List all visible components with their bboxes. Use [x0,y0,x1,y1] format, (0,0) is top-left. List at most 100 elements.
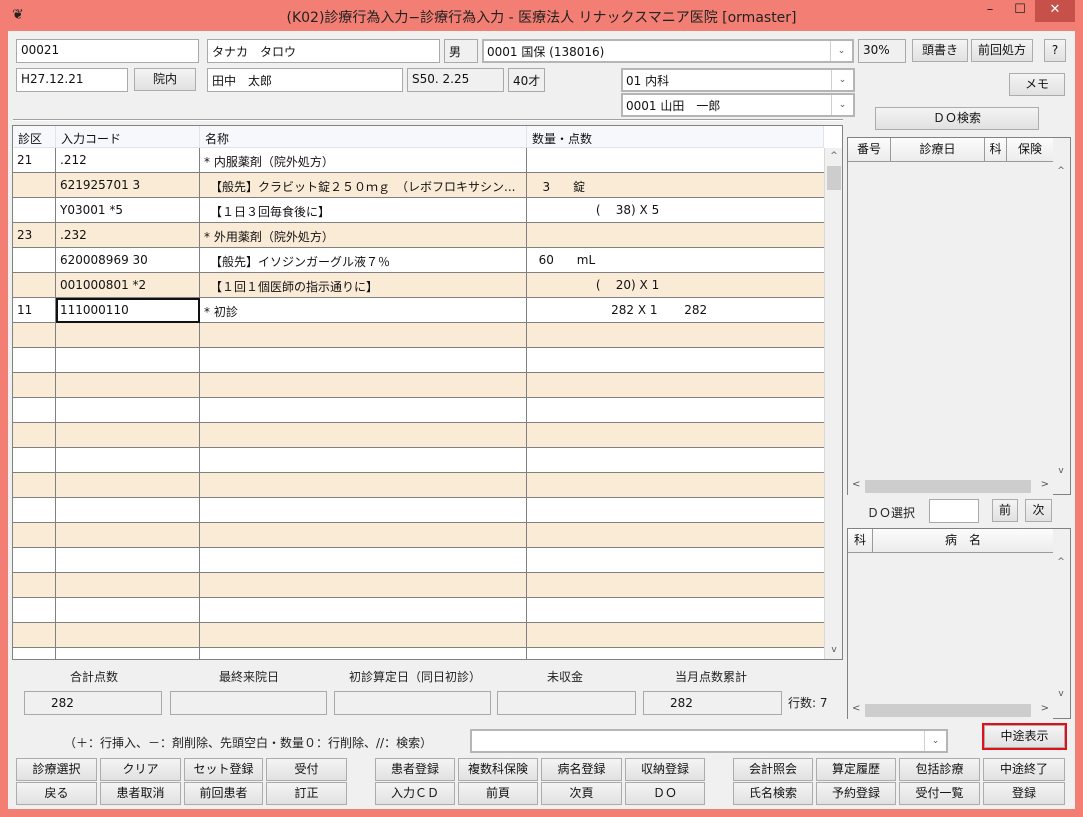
insurance-combo[interactable]: 0001 国保 (138016) ⌄ [482,39,854,63]
cell-code[interactable] [56,448,200,473]
cell-name[interactable]: * 初診 [200,298,527,323]
shinryo-sentaku-button[interactable]: 診療選択 [16,758,97,781]
chuto-hyoji-button[interactable]: 中途表示 [982,723,1067,750]
cell-qty[interactable]: 60 mL [527,248,824,273]
cell-kubun[interactable] [13,573,56,598]
cell-name[interactable] [200,348,527,373]
disease-hscroll[interactable]: < > [848,702,1053,719]
cell-name[interactable] [200,448,527,473]
table-row[interactable] [13,323,824,348]
doctor-combo[interactable]: 0001 山田 一郎 ⌄ [621,93,855,117]
column-header-name[interactable]: 名称 [200,126,527,148]
cell-name[interactable] [200,498,527,523]
prev-prescription-button[interactable]: 前回処方 [971,39,1033,62]
scroll-up-icon[interactable]: ^ [1052,557,1070,567]
cell-code[interactable] [56,373,200,398]
command-combo[interactable]: ⌄ [470,729,948,753]
nyuryoku-cd-button[interactable]: 入力ＣＤ [375,782,455,805]
do-col-insurance[interactable]: 保険 [1007,138,1053,162]
cell-code[interactable]: 621925701 3 [56,173,200,198]
cell-name[interactable] [200,423,527,448]
cell-qty[interactable]: 282 X 1 282 [527,298,824,323]
table-row[interactable] [13,348,824,373]
cell-code[interactable]: Y03001 *5 [56,198,200,223]
cell-name[interactable] [200,373,527,398]
kanja-torikeshi-button[interactable]: 患者取消 [100,782,181,805]
scroll-down-icon[interactable]: v [1052,689,1070,699]
cell-kubun[interactable] [13,498,56,523]
scroll-left-icon[interactable]: < [852,703,860,714]
scroll-down-icon[interactable]: v [1052,466,1070,476]
cell-code[interactable]: 001000801 *2 [56,273,200,298]
cell-qty[interactable] [527,323,824,348]
next-page-button[interactable]: 次頁 [541,782,622,805]
table-row[interactable] [13,548,824,573]
minimize-button[interactable]: – [975,0,1005,22]
chevron-down-icon[interactable]: ⌄ [924,731,946,751]
back-button[interactable]: 戻る [16,782,97,805]
cell-kubun[interactable] [13,348,56,373]
cell-kubun[interactable] [13,373,56,398]
cell-kubun[interactable] [13,598,56,623]
cell-qty[interactable]: 3 錠 [527,173,824,198]
cell-name[interactable]: 【般先】イソジンガーグル液７％ [200,248,527,273]
kanja-toroku-button[interactable]: 患者登録 [375,758,455,781]
cell-kubun[interactable] [13,523,56,548]
prev-page-button[interactable]: 前頁 [458,782,538,805]
do-history-vscroll[interactable]: ^ v [1052,162,1070,480]
byomei-toroku-button[interactable]: 病名登録 [541,758,622,781]
kana-name-field[interactable]: タナカ タロウ [207,39,440,63]
cell-qty[interactable] [527,473,824,498]
cell-kubun[interactable] [13,648,56,659]
chevron-down-icon[interactable]: ⌄ [831,70,853,90]
table-row[interactable] [13,498,824,523]
column-header-qty[interactable]: 数量・点数 [527,126,824,148]
cell-kubun[interactable]: 11 [13,298,56,323]
table-row[interactable] [13,598,824,623]
hscroll-thumb[interactable] [865,704,1031,717]
cell-name[interactable]: * 内服薬剤（院外処方） [200,148,527,173]
cell-name[interactable]: 【１回１個医師の指示通りに】 [200,273,527,298]
grid-scrollbar[interactable]: ^ v [824,148,842,659]
cell-name[interactable] [200,523,527,548]
cell-qty[interactable] [527,498,824,523]
cell-kubun[interactable] [13,198,56,223]
shimei-kensaku-button[interactable]: 氏名検索 [733,782,813,805]
cell-code[interactable] [56,598,200,623]
cell-name[interactable] [200,548,527,573]
disease-vscroll[interactable]: ^ v [1052,553,1070,703]
table-row[interactable]: 11 111000110 * 初診 282 X 1 282 [13,298,824,323]
do-col-date[interactable]: 診療日 [891,138,985,162]
cell-qty[interactable] [527,573,824,598]
uketsuke-ichiran-button[interactable]: 受付一覧 [899,782,980,805]
table-row[interactable] [13,448,824,473]
cell-name[interactable] [200,398,527,423]
cell-qty[interactable] [527,448,824,473]
chevron-down-icon[interactable]: ⌄ [830,41,852,61]
scroll-up-icon[interactable]: ^ [1052,166,1070,176]
visit-date-field[interactable]: H27.12.21 [16,68,128,92]
cell-name[interactable] [200,573,527,598]
cell-kubun[interactable]: 21 [13,148,56,173]
hscroll-thumb[interactable] [865,480,1031,493]
cell-kubun[interactable] [13,473,56,498]
scroll-right-icon[interactable]: > [1041,703,1049,714]
cell-code[interactable] [56,573,200,598]
cell-name[interactable] [200,623,527,648]
help-button[interactable]: ? [1044,39,1066,62]
cell-kubun[interactable] [13,323,56,348]
cell-qty[interactable]: ( 38) X 5 [527,198,824,223]
cell-kubun[interactable]: 23 [13,223,56,248]
cell-qty[interactable] [527,423,824,448]
column-header-kubun[interactable]: 診区 [13,126,56,148]
table-row[interactable] [13,398,824,423]
yoyaku-toroku-button[interactable]: 予約登録 [816,782,896,805]
cell-qty[interactable] [527,148,824,173]
hokatsu-shinryo-button[interactable]: 包括診療 [899,758,980,781]
do-next-button[interactable]: 次 [1025,499,1052,522]
cell-code[interactable]: .212 [56,148,200,173]
scroll-left-icon[interactable]: < [852,479,860,490]
atamagaki-button[interactable]: 頭書き [912,39,968,62]
table-row[interactable] [13,523,824,548]
scroll-right-icon[interactable]: > [1041,479,1049,490]
